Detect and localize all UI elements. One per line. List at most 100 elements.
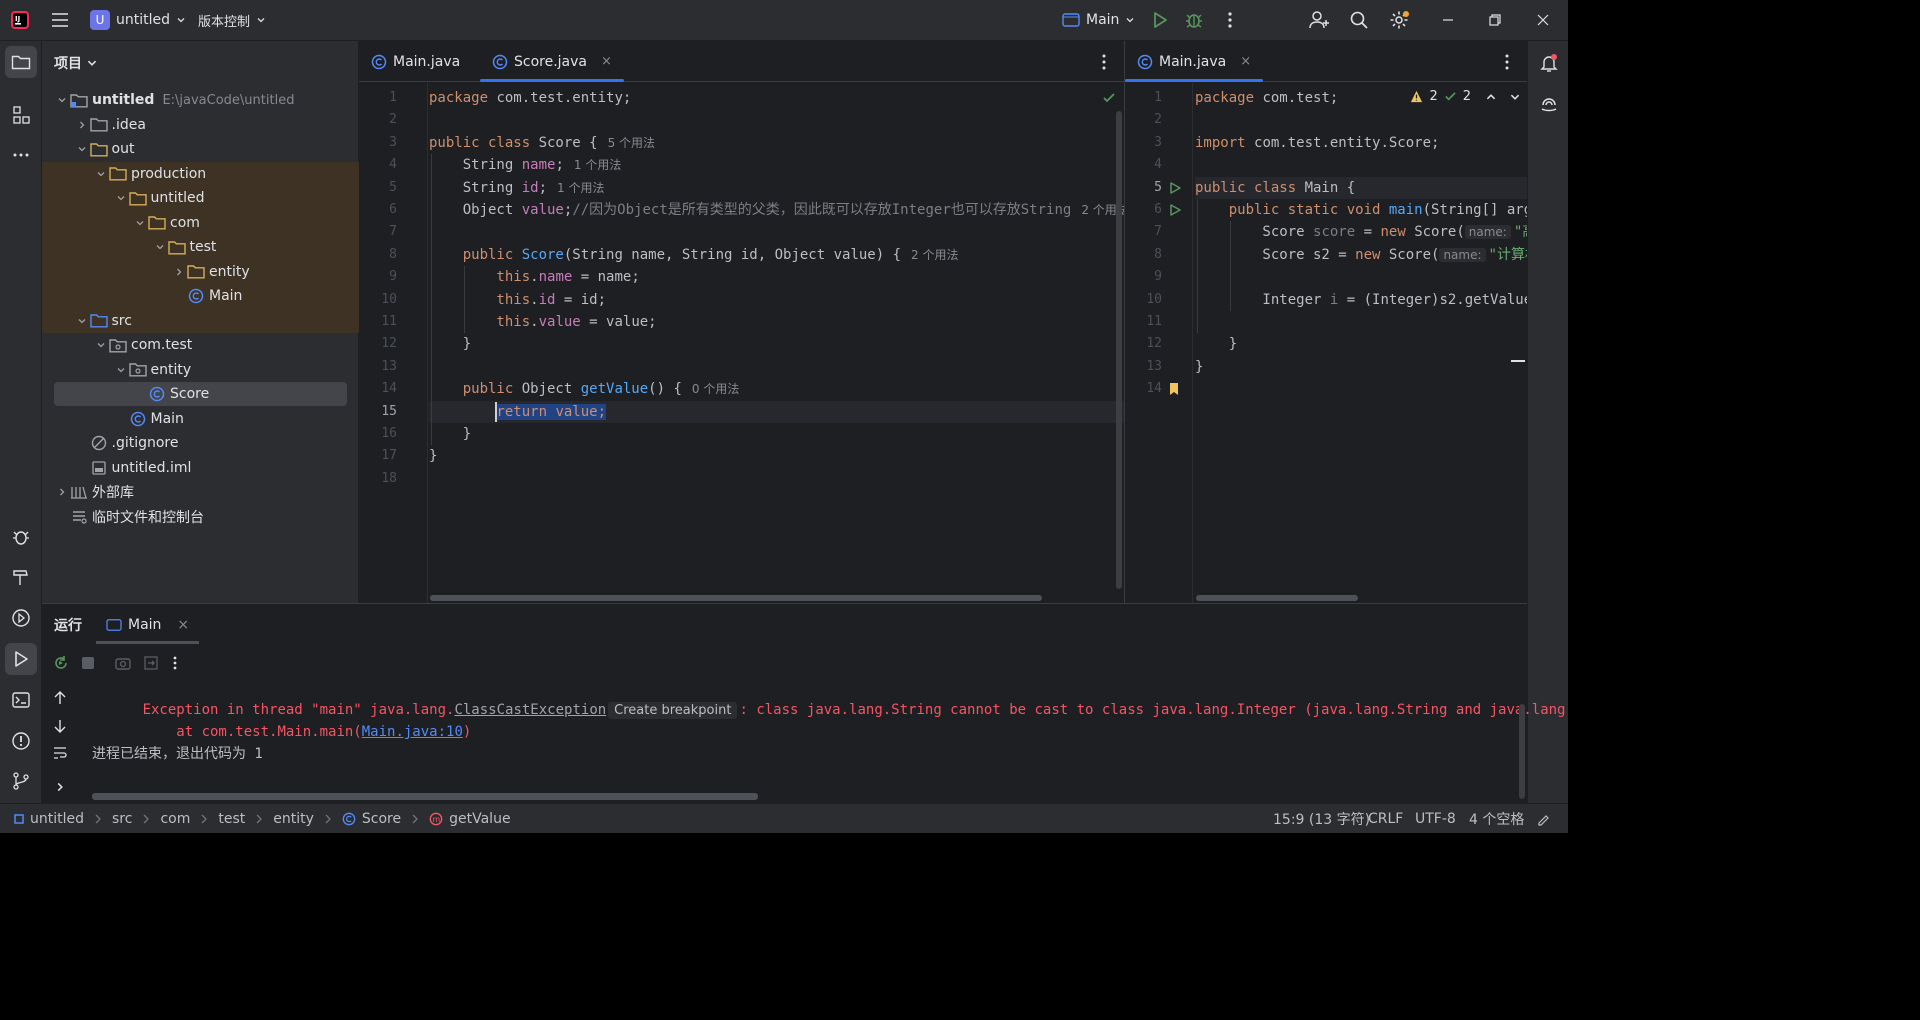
breadcrumb-item[interactable]: test [218,811,245,827]
add-user-icon[interactable] [1308,10,1330,30]
error-stripe-marker[interactable] [1511,360,1525,362]
settings-gear-icon[interactable] [1389,10,1411,30]
debug-button[interactable] [1184,10,1204,30]
run-tool-button[interactable] [5,643,37,675]
project-tool-button[interactable] [5,46,37,78]
search-icon[interactable] [1349,10,1369,30]
right-horizontal-scrollbar[interactable] [1196,595,1358,601]
chevron-up-icon[interactable] [1485,91,1497,103]
tree-item[interactable]: untitled [42,186,359,210]
run-button[interactable] [1150,10,1170,30]
breadcrumb-item[interactable]: getValue [449,811,510,827]
create-breakpoint-button[interactable]: Create breakpoint [608,702,738,719]
left-code-area[interactable]: package com.test.entity; public class Sco… [429,83,1124,603]
minimize-icon[interactable] [1438,10,1458,30]
tree-item[interactable]: com [42,211,359,235]
vcs-menu[interactable]: 版本控制 [198,6,266,34]
chevron-down-icon[interactable] [74,313,90,329]
run-vertical-scrollbar[interactable] [1519,704,1525,799]
more-tools-icon[interactable] [5,139,37,171]
rerun-icon[interactable] [52,654,70,672]
tab-options-icon[interactable] [1096,52,1112,72]
project-selector[interactable]: U untitled [90,6,186,34]
run-horizontal-scrollbar[interactable] [92,793,758,800]
tree-item[interactable]: 临时文件和控制台 [42,505,359,529]
tab-score-java[interactable]: Score.java × [480,41,624,82]
scroll-up-icon[interactable] [52,690,68,706]
breadcrumb-item[interactable]: untitled [30,811,84,827]
exception-class-link[interactable]: ClassCastException [454,702,606,718]
run-gutter-icon[interactable] [1168,203,1182,217]
chevron-right-icon[interactable] [74,117,90,133]
close-window-icon[interactable] [1533,10,1553,30]
tree-item[interactable]: Main [42,407,359,431]
chevron-down-icon[interactable] [1509,91,1521,103]
debug-tool-button[interactable] [5,521,37,553]
chevron-down-icon[interactable] [93,166,109,182]
close-tab-icon[interactable]: × [1240,54,1251,69]
indent-setting[interactable]: 4 个空格 [1469,804,1524,833]
caret-position[interactable]: 15:9 (13 字符) [1273,804,1370,833]
chevron-down-icon[interactable] [54,92,70,108]
breadcrumb-item[interactable]: Score [362,811,401,827]
chevron-right-icon[interactable] [54,781,66,793]
line-separator[interactable]: CRLF [1368,804,1403,833]
more-run-actions-icon[interactable] [170,654,180,672]
camera-icon[interactable] [114,654,132,672]
tab-options-icon[interactable] [1499,52,1515,72]
git-tool-button[interactable] [5,765,37,797]
tree-item[interactable]: test [42,235,359,259]
tree-item[interactable]: Main [42,284,359,308]
run-gutter-icon[interactable] [1168,181,1182,195]
notifications-bell-icon[interactable] [1533,47,1565,79]
breadcrumb-item[interactable]: src [112,811,132,827]
file-encoding[interactable]: UTF-8 [1415,804,1456,833]
soft-wrap-icon[interactable] [52,745,68,761]
tree-item[interactable]: 外部库 [42,480,359,504]
tree-item[interactable]: com.test [42,333,359,357]
right-code-area[interactable]: package com.test; import com.test.entity.… [1195,83,1527,603]
more-actions-icon[interactable] [1220,10,1240,30]
tree-item[interactable]: out [42,137,359,161]
project-panel-header[interactable]: 项目 [54,53,98,73]
chevron-down-icon[interactable] [113,362,129,378]
chevron-right-icon[interactable] [54,484,70,500]
tree-item[interactable]: untitled E:\javaCode\untitled [42,88,359,112]
chevron-down-icon[interactable] [74,141,90,157]
tree-item[interactable]: entity [42,358,359,382]
tab-main-java[interactable]: Main.java [359,41,472,82]
trace-source-link[interactable]: Main.java:10 [362,724,463,740]
build-tool-button[interactable] [5,561,37,593]
services-tool-button[interactable] [5,602,37,634]
tree-item[interactable]: .idea [42,113,359,137]
tree-item[interactable]: .gitignore [42,431,359,455]
restore-icon[interactable] [1485,10,1505,30]
left-vertical-scrollbar[interactable] [1116,111,1122,589]
main-menu-icon[interactable] [50,10,70,30]
chevron-down-icon[interactable] [132,215,148,231]
tree-item[interactable]: entity [42,260,359,284]
lock-icon[interactable] [1536,804,1550,833]
tree-item[interactable]: untitled.iml [42,456,359,480]
close-run-tab-icon[interactable]: × [177,617,189,633]
exit-icon[interactable] [142,654,160,672]
close-tab-icon[interactable]: × [601,54,612,69]
scroll-down-icon[interactable] [52,718,68,734]
tree-item[interactable]: src [42,309,359,333]
chevron-right-icon[interactable] [171,264,187,280]
problems-tool-button[interactable] [5,725,37,757]
run-config-selector[interactable]: Main [1062,6,1135,34]
run-tab-main[interactable]: Main × [96,608,200,644]
ai-assistant-icon[interactable] [1533,87,1565,119]
chevron-down-icon[interactable] [93,337,109,353]
inspection-widget[interactable]: 2 2 [1404,89,1521,104]
tree-item[interactable]: production [42,162,359,186]
chevron-down-icon[interactable] [152,239,168,255]
breadcrumb-item[interactable]: com [160,811,190,827]
terminal-tool-button[interactable] [5,684,37,716]
tab-main-java-right[interactable]: Main.java × [1125,41,1264,82]
tree-item[interactable]: Score [42,382,359,406]
stop-icon[interactable] [82,657,94,669]
app-logo-icon[interactable]: IJ [10,10,30,30]
breadcrumb-item[interactable]: entity [273,811,314,827]
